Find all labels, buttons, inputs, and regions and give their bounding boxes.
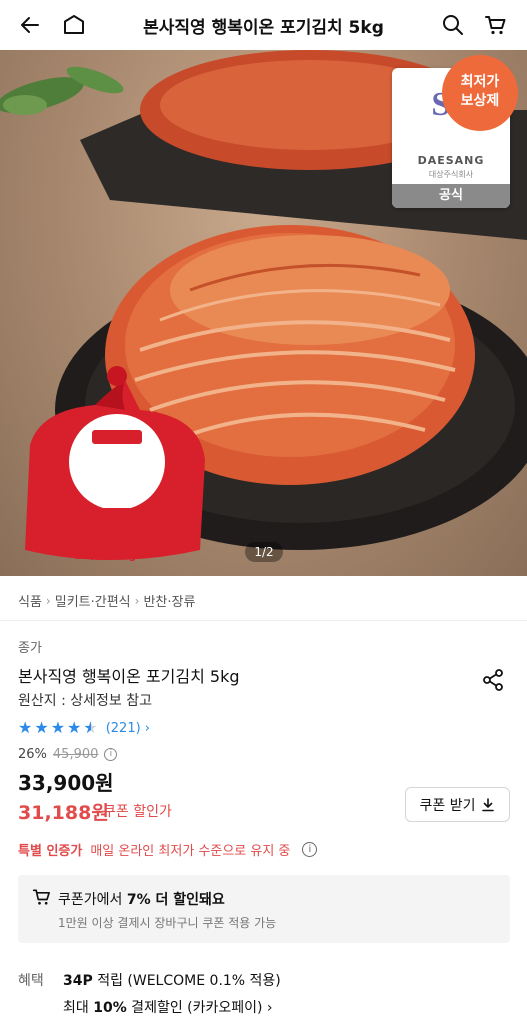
- share-icon[interactable]: [480, 667, 506, 693]
- special-price-row: 특별 인증가 매일 온라인 최저가 수준으로 유지 중 i: [18, 840, 318, 859]
- original-price: 45,900: [52, 747, 99, 762]
- coupon-price-label: 쿠폰 할인가: [103, 804, 172, 820]
- official-label: 공식: [392, 184, 510, 208]
- benefit-points-bold: 34P: [63, 973, 93, 989]
- chevron-right-icon: ›: [134, 593, 140, 608]
- benefit-payment-discount[interactable]: 최대 10% 결제할인 (카카오페이) ›: [63, 997, 273, 1017]
- star-icon: ★: [34, 718, 49, 737]
- special-price-text: 매일 온라인 최저가 수준으로 유지 중: [90, 844, 291, 859]
- half-star-icon: ★: [83, 718, 98, 737]
- coupon-box-title: 쿠폰가에서 7% 더 할인돼요: [58, 889, 225, 909]
- benefit-payment-rest: 결제할인 (카카오페이) ›: [126, 1000, 273, 1016]
- cart-icon[interactable]: [482, 11, 510, 39]
- breadcrumb-item[interactable]: 밀키트·간편식: [55, 591, 131, 610]
- benefit-payment-pre: 최대: [63, 1000, 94, 1016]
- rating-row[interactable]: ★ ★ ★ ★ ★ (221) ›: [18, 720, 150, 736]
- coupon-box-title-bold: 7% 더 할인돼요: [126, 892, 225, 908]
- chevron-right-icon: ›: [144, 720, 150, 736]
- info-icon[interactable]: i: [104, 748, 118, 761]
- product-brand[interactable]: 종가: [18, 637, 42, 656]
- breadcrumb: 식품 › 밀키트·간편식 › 반찬·장류: [18, 591, 195, 611]
- package-sub-text: 포기김치 5kg: [75, 551, 137, 562]
- download-icon: [482, 797, 495, 811]
- get-coupon-button[interactable]: 쿠폰 받기: [405, 787, 510, 822]
- benefit-payment-bold: 10%: [93, 1000, 127, 1016]
- product-image-carousel[interactable]: 종가 행복이온 포기김치 5kg SO DAESANG 대상주식회사 공식 최저…: [0, 50, 527, 576]
- package-brand-text: 종가: [89, 493, 106, 503]
- info-icon[interactable]: i: [302, 842, 318, 857]
- star-icon: ★: [50, 718, 66, 737]
- coupon-box-title-pre: 쿠폰가에서: [58, 892, 127, 908]
- review-count[interactable]: (221): [106, 721, 141, 736]
- divider: [0, 620, 527, 621]
- brand-sub: 대상주식회사: [428, 170, 474, 179]
- discount-row: 26% 45,900 i: [18, 747, 118, 762]
- benefits-label: 혜택: [18, 973, 44, 989]
- image-pager: 1/2: [245, 542, 283, 562]
- star-icon: ★: [67, 718, 82, 737]
- breadcrumb-item[interactable]: 반찬·장류: [143, 591, 195, 610]
- star-icon: ★: [18, 718, 33, 737]
- benefit-points-rest: 적립 (WELCOME 0.1% 적용): [92, 973, 281, 989]
- coupon-box-sub: 1만원 이상 결제시 장바구니 쿠폰 적용 가능: [58, 916, 277, 930]
- benefit-points: 34P 적립 (WELCOME 0.1% 적용): [63, 970, 281, 990]
- breadcrumb-item[interactable]: 식품: [18, 591, 42, 610]
- lowest-price-line2: 보상제: [460, 93, 500, 109]
- lowest-price-badge: 최저가 보상제: [442, 55, 518, 131]
- product-title: 본사직영 행복이온 포기김치 5kg: [18, 667, 240, 686]
- coupon-price: 31,188원: [18, 802, 109, 824]
- lowest-price-line1: 최저가: [460, 74, 500, 90]
- top-bar: 본사직영 행복이온 포기김치 5kg: [0, 0, 527, 50]
- special-price-label: 특별 인증가: [18, 844, 83, 859]
- origin-info: 원산지 : 상세정보 참고: [18, 693, 152, 709]
- search-icon[interactable]: [439, 11, 467, 39]
- chevron-right-icon: ›: [45, 593, 51, 608]
- get-coupon-label: 쿠폰 받기: [419, 797, 476, 814]
- brand-name: DAESANG: [417, 154, 485, 167]
- discount-rate: 26%: [18, 747, 47, 762]
- coupon-info-box: 쿠폰가에서 7% 더 할인돼요 1만원 이상 결제시 장바구니 쿠폰 적용 가능: [18, 875, 510, 943]
- cart-icon: [32, 887, 52, 907]
- sale-price: 33,900원: [18, 771, 114, 795]
